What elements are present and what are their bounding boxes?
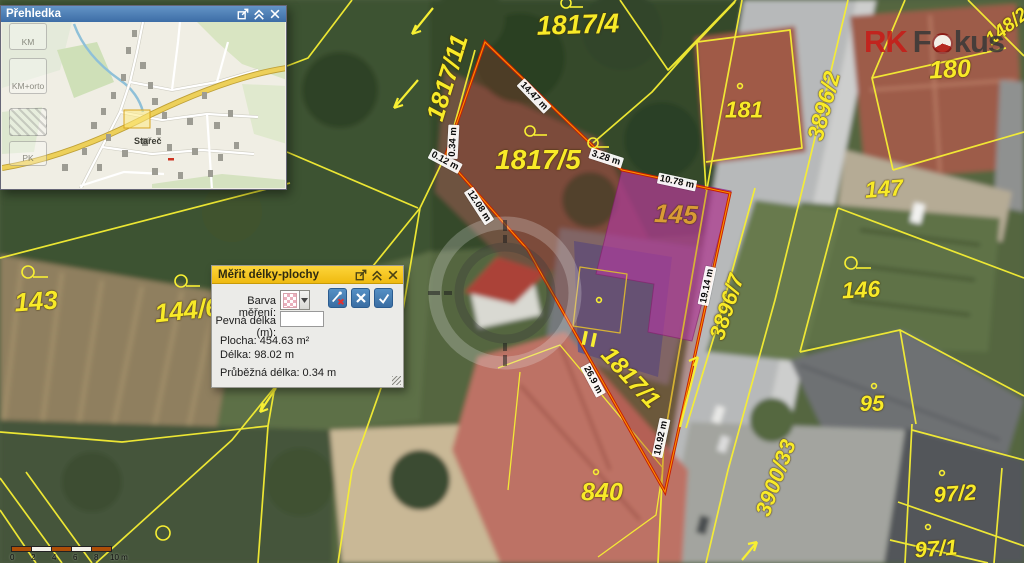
- town-label: Stařeč: [134, 136, 162, 146]
- scalebar-tick: 8: [94, 553, 98, 562]
- layer-button-pk[interactable]: PK: [9, 141, 47, 166]
- overview-map[interactable]: Stařeč KM KM+orto PK: [2, 22, 285, 188]
- measure-panel: Měřit délky-plochy Barva měření:: [211, 265, 404, 388]
- overview-panel-title: Přehledka: [6, 8, 61, 20]
- color-swatch: [283, 293, 297, 308]
- fokus-logo-icon: [932, 33, 953, 54]
- length-value: Délka: 98.02 m: [220, 349, 294, 361]
- popout-icon[interactable]: [355, 269, 367, 281]
- scalebar-tick: 4: [52, 553, 56, 562]
- app-window: 1817/41817/51817/111817/1840143144/61451…: [0, 0, 1024, 563]
- measure-panel-title: Měřit délky-plochy: [218, 269, 319, 281]
- area-value: Plocha: 454.63 m²: [220, 335, 309, 347]
- scalebar-tick: 2: [31, 553, 35, 562]
- measure-color-select[interactable]: [280, 290, 310, 310]
- delete-measurement-icon: [330, 290, 346, 306]
- cancel-measure-button[interactable]: [351, 288, 370, 308]
- confirm-measure-button[interactable]: [374, 288, 393, 308]
- rk-fokus-watermark: RKFkus: [864, 24, 1004, 60]
- overview-panel: Přehledka: [0, 5, 287, 190]
- scalebar-tick: 0: [10, 553, 14, 562]
- check-icon: [377, 291, 391, 305]
- fixed-length-input[interactable]: [280, 311, 324, 327]
- watermark-rk: RK: [864, 24, 907, 60]
- popout-icon[interactable]: [237, 8, 249, 20]
- map-scalebar: 0 2 4 6 8 10 m: [12, 546, 132, 563]
- scalebar-tick: 10 m: [110, 553, 128, 562]
- layer-button-km-orto[interactable]: KM+orto: [9, 58, 47, 94]
- resize-handle[interactable]: [392, 376, 401, 385]
- measure-panel-titlebar[interactable]: Měřit délky-plochy: [212, 266, 403, 284]
- close-icon[interactable]: [269, 8, 281, 20]
- overview-extent-box: [124, 110, 150, 128]
- collapse-icon[interactable]: [253, 8, 265, 20]
- collapse-icon[interactable]: [371, 269, 383, 281]
- delete-measurement-button[interactable]: [328, 288, 347, 308]
- running-length-value: Průběžná délka: 0.34 m: [220, 367, 336, 379]
- watermark-fokus-f: F: [913, 24, 931, 60]
- layer-button-km[interactable]: KM: [9, 23, 47, 50]
- scalebar-ticks: 0 2 4 6 8 10 m: [12, 552, 132, 562]
- overview-panel-titlebar[interactable]: Přehledka: [1, 6, 286, 22]
- dropdown-arrow-icon[interactable]: [299, 291, 309, 309]
- watermark-fokus-kus: kus: [954, 24, 1004, 60]
- cancel-icon: [354, 291, 368, 305]
- close-icon[interactable]: [387, 269, 399, 281]
- layer-button-hatched[interactable]: [9, 108, 47, 136]
- scalebar-tick: 6: [73, 553, 77, 562]
